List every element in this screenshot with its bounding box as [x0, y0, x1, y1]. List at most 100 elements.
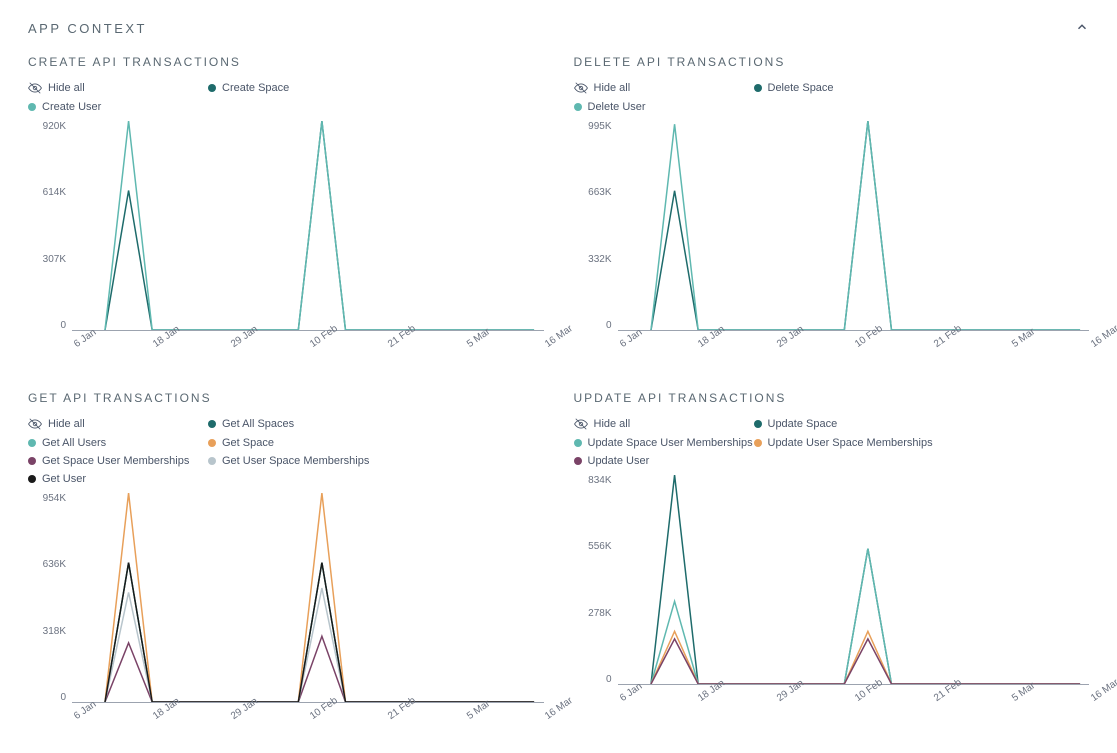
chart-update: UPDATE API TRANSACTIONS Hide allUpdate S… [574, 391, 1090, 733]
legend-item[interactable]: Get User Space Memberships [208, 455, 388, 467]
x-tick: 18 Jan [151, 713, 157, 722]
legend: Hide all Get All Spaces Get All Users Get S… [28, 417, 544, 485]
hide-all-toggle[interactable]: Hide all [574, 81, 754, 95]
legend-item[interactable]: Get User [28, 473, 208, 485]
hide-all-label: Hide all [48, 82, 85, 94]
legend-item[interactable]: Get All Users [28, 437, 208, 449]
x-tick: 5 Mar [1010, 341, 1016, 350]
x-axis: 6 Jan18 Jan29 Jan10 Feb21 Feb5 Mar16 Mar [72, 703, 544, 724]
plot[interactable] [618, 475, 1090, 685]
y-tick: 0 [60, 692, 66, 703]
legend: Hide all Update Space Update Space User Me… [574, 417, 1090, 467]
y-tick: 614K [43, 187, 66, 198]
legend-label: Get All Spaces [222, 418, 294, 430]
x-tick: 21 Feb [386, 713, 392, 722]
legend-label: Update User [588, 455, 650, 467]
chart-area: 954K 636K 318K 0 6 Jan 18 Jan 29 Jan 10 Feb 21 … [28, 493, 544, 733]
y-tick: 636K [43, 559, 66, 570]
plot[interactable] [618, 121, 1090, 331]
section-header: APP CONTEXT [28, 20, 1089, 37]
chart-area: 834K556K278K0 6 Jan18 Jan29 Jan10 Feb21 … [574, 475, 1090, 715]
x-axis: 6 Jan18 Jan29 Jan10 Feb21 Feb5 Mar16 Mar [618, 685, 1090, 706]
collapse-icon[interactable] [1075, 20, 1089, 37]
legend-dot-icon [208, 420, 216, 428]
legend-item[interactable]: Get Space [208, 437, 388, 449]
y-tick: 0 [606, 320, 612, 331]
x-tick: 16 Mar [543, 341, 549, 350]
legend-item[interactable]: Update User Space Memberships [754, 437, 934, 449]
legend-label: Get All Users [42, 437, 106, 449]
y-tick: 954K [43, 493, 66, 504]
hide-all-toggle[interactable]: Hide all [574, 417, 754, 431]
legend-item[interactable]: Create Space [208, 81, 388, 95]
legend-label: Get User Space Memberships [222, 455, 369, 467]
legend-item[interactable]: Get All Spaces [208, 417, 388, 431]
legend-label: Get Space [222, 437, 274, 449]
hide-all-label: Hide all [48, 418, 85, 430]
x-tick: 5 Mar [465, 341, 471, 350]
chart-area: 920K614K307K0 6 Jan18 Jan29 Jan10 Feb21 … [28, 121, 544, 361]
legend-dot-icon [28, 457, 36, 465]
y-axis: 995K663K332K0 [574, 121, 618, 331]
x-tick: 18 Jan [696, 695, 702, 704]
chart-area: 995K663K332K0 6 Jan18 Jan29 Jan10 Feb21 … [574, 121, 1090, 361]
legend-dot-icon [574, 457, 582, 465]
y-tick: 0 [606, 674, 612, 685]
x-tick: 6 Jan [72, 713, 78, 722]
y-tick: 995K [588, 121, 611, 132]
x-tick: 21 Feb [932, 341, 938, 350]
plot[interactable] [72, 121, 544, 331]
legend-dot-icon [208, 84, 216, 92]
legend-label: Update Space [768, 418, 838, 430]
x-tick: 16 Mar [1089, 341, 1095, 350]
x-tick: 16 Mar [543, 713, 549, 722]
chart-get: GET API TRANSACTIONS Hide all Get All Spa… [28, 391, 544, 733]
y-tick: 318K [43, 626, 66, 637]
hide-all-toggle[interactable]: Hide all [28, 81, 208, 95]
legend-item[interactable]: Update Space [754, 417, 934, 431]
section-title: APP CONTEXT [28, 21, 147, 36]
legend-label: Delete Space [768, 82, 834, 94]
legend-dot-icon [208, 439, 216, 447]
legend-item[interactable]: Create User [28, 101, 208, 113]
plot[interactable] [72, 493, 544, 703]
legend-dot-icon [574, 103, 582, 111]
x-axis: 6 Jan18 Jan29 Jan10 Feb21 Feb5 Mar16 Mar [618, 331, 1090, 352]
legend-label: Update Space User Memberships [588, 437, 753, 449]
legend-item[interactable]: Get Space User Memberships [28, 455, 208, 467]
legend-dot-icon [754, 439, 762, 447]
charts-grid: CREATE API TRANSACTIONS Hide all Create S… [28, 55, 1089, 733]
legend-label: Create Space [222, 82, 289, 94]
y-tick: 0 [60, 320, 66, 331]
chart-title: GET API TRANSACTIONS [28, 391, 544, 405]
hide-all-label: Hide all [594, 82, 631, 94]
x-tick: 29 Jan [775, 341, 781, 350]
y-tick: 556K [588, 541, 611, 552]
legend-item[interactable]: Delete User [574, 101, 754, 113]
legend-dot-icon [754, 420, 762, 428]
x-tick: 6 Jan [618, 695, 624, 704]
x-tick: 29 Jan [229, 713, 235, 722]
y-tick: 332K [588, 254, 611, 265]
x-tick: 6 Jan [618, 341, 624, 350]
legend-item[interactable]: Update Space User Memberships [574, 437, 754, 449]
x-tick: 5 Mar [1010, 695, 1016, 704]
chart-title: DELETE API TRANSACTIONS [574, 55, 1090, 69]
x-tick: 5 Mar [465, 713, 471, 722]
hide-all-toggle[interactable]: Hide all [28, 417, 208, 431]
legend-item[interactable]: Delete Space [754, 81, 934, 95]
x-tick: 21 Feb [932, 695, 938, 704]
y-axis: 954K 636K 318K 0 [28, 493, 72, 703]
x-tick: 16 Mar [1089, 695, 1095, 704]
legend-dot-icon [28, 475, 36, 483]
legend-label: Get User [42, 473, 86, 485]
x-tick: 10 Feb [853, 695, 859, 704]
legend-dot-icon [574, 439, 582, 447]
x-tick: 21 Feb [386, 341, 392, 350]
x-tick: 10 Feb [308, 713, 314, 722]
y-tick: 920K [43, 121, 66, 132]
legend-label: Get Space User Memberships [42, 455, 189, 467]
legend-dot-icon [28, 103, 36, 111]
chart-title: CREATE API TRANSACTIONS [28, 55, 544, 69]
legend-item[interactable]: Update User [574, 455, 754, 467]
